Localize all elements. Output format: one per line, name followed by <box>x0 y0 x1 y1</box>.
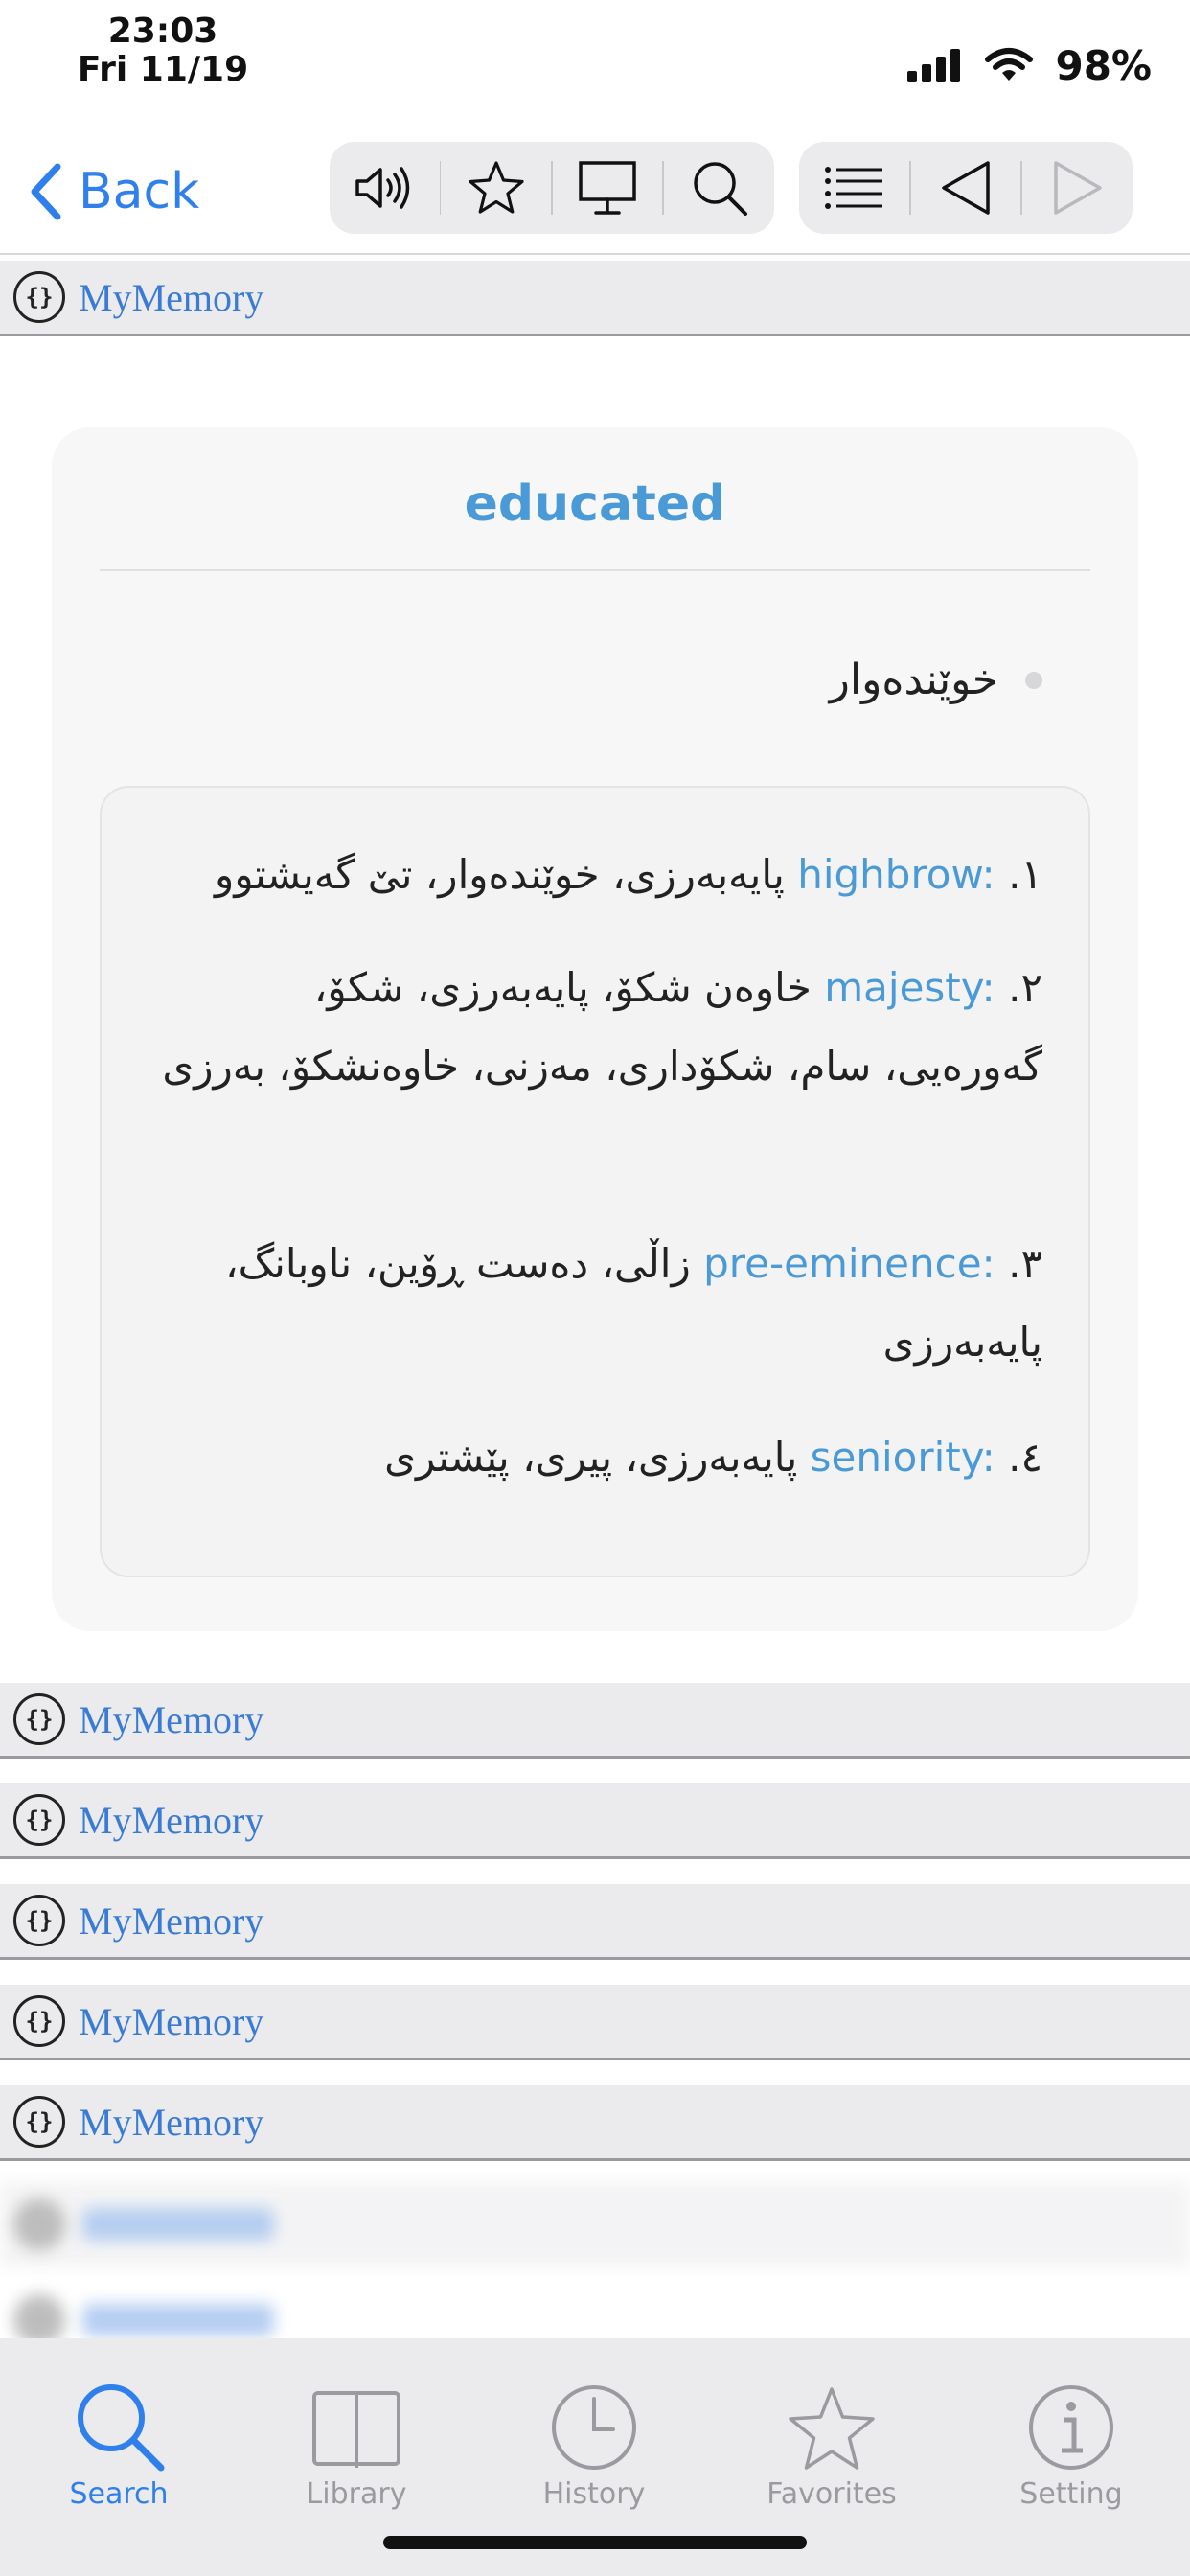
book-icon <box>312 2391 400 2468</box>
back-label: Back <box>79 163 200 220</box>
list-button[interactable] <box>799 142 909 234</box>
tab-library[interactable]: Library <box>238 2338 475 2511</box>
translation-text: خوێندەوار <box>829 656 998 704</box>
related-entry: ٢. majesty: خاوەن شکۆ، پایەبەرزی، شکۆ، گ… <box>161 949 1042 1106</box>
source-label: MyMemory <box>79 1999 264 2043</box>
tab-favorites[interactable]: Favorites <box>713 2338 950 2511</box>
source-label: MyMemory <box>79 1898 264 1943</box>
present-button[interactable] <box>553 142 663 234</box>
source-label: MyMemory <box>79 1697 264 1741</box>
status-indicators: 98% <box>907 38 1152 92</box>
back-button[interactable]: Back <box>29 153 199 230</box>
chevron-left-icon <box>31 163 61 220</box>
blurred-label <box>82 2208 274 2241</box>
speak-button[interactable] <box>330 142 440 234</box>
related-terms-box: ١. highbrow: پایەبەرزی، خوێندەوار، تێ گە… <box>100 786 1090 1577</box>
battery-percentage: 98% <box>1055 41 1152 89</box>
star-icon <box>789 2387 875 2470</box>
previous-icon <box>942 161 990 215</box>
source-header[interactable]: {} MyMemory <box>0 1884 1190 1960</box>
source-label: MyMemory <box>79 275 264 319</box>
tab-search[interactable]: Search <box>0 2338 238 2511</box>
entry-number: ١. <box>1008 851 1042 898</box>
bullet-icon <box>1025 671 1042 689</box>
source-header[interactable]: {} MyMemory <box>0 1985 1190 2060</box>
tab-history[interactable]: History <box>475 2338 713 2511</box>
blurred-badge <box>13 2198 65 2250</box>
tab-label: Library <box>306 2477 407 2511</box>
source-badge-icon: {} <box>13 1794 65 1846</box>
entry-definition: پایەبەرزی، پیری، پێشتری <box>384 1434 798 1481</box>
blurred-source-row <box>0 2181 1190 2267</box>
next-button[interactable] <box>1022 142 1133 234</box>
headword: educated <box>464 475 726 533</box>
tab-label: Favorites <box>767 2477 897 2511</box>
home-indicator[interactable] <box>383 2536 807 2549</box>
related-entry: ١. highbrow: پایەبەرزی، خوێندەوار، تێ گە… <box>161 836 1042 914</box>
blurred-label <box>82 2304 274 2336</box>
source-header[interactable]: {} MyMemory <box>0 1683 1190 1759</box>
speaker-icon <box>355 167 410 209</box>
entry-definition: پایەبەرزی، خوێندەوار، تێ گەیشتوو <box>215 851 785 898</box>
entry-term[interactable]: highbrow: <box>797 851 995 898</box>
status-date: Fri 11/19 <box>77 50 249 89</box>
primary-translation: خوێندەوار <box>830 656 1042 704</box>
entry-term[interactable]: seniority: <box>811 1434 995 1481</box>
related-entry: ٣. pre-eminence: زاڵی، دەست ڕۆین، ناوبان… <box>161 1225 1042 1382</box>
source-header[interactable]: {} MyMemory <box>0 2085 1190 2161</box>
source-header[interactable]: {} MyMemory <box>0 1783 1190 1859</box>
favorite-button[interactable] <box>441 142 551 234</box>
source-header[interactable]: {} MyMemory <box>0 261 1190 336</box>
previous-button[interactable] <box>911 142 1021 234</box>
entry-term[interactable]: majesty: <box>824 964 995 1011</box>
tab-label: Setting <box>1019 2477 1123 2511</box>
info-icon <box>1029 2385 1113 2470</box>
source-badge-icon: {} <box>13 1693 65 1745</box>
translation-card: educated خوێندەوار ١. highbrow: پایەبەرز… <box>52 427 1138 1631</box>
list-icon <box>825 167 883 209</box>
search-icon <box>693 162 747 216</box>
source-badge-icon: {} <box>13 271 65 323</box>
star-icon <box>469 161 524 214</box>
find-button[interactable] <box>664 142 774 234</box>
navigation-toolbar <box>799 142 1133 234</box>
source-badge-icon: {} <box>13 1995 65 2047</box>
source-label: MyMemory <box>79 1798 264 1842</box>
source-label: MyMemory <box>79 2100 264 2144</box>
clock-icon <box>552 2385 636 2470</box>
entry-term[interactable]: pre-eminence: <box>703 1240 995 1287</box>
entry-number: ٤. <box>1008 1434 1042 1481</box>
tab-setting[interactable]: Setting <box>952 2338 1190 2511</box>
nav-divider <box>0 253 1190 255</box>
tab-label: History <box>542 2477 646 2511</box>
search-icon <box>78 2384 165 2472</box>
card-divider <box>100 569 1090 571</box>
cellular-signal-icon <box>907 49 961 82</box>
source-badge-icon: {} <box>13 2096 65 2148</box>
entry-number: ٢. <box>1008 964 1042 1011</box>
wifi-icon <box>985 48 1034 80</box>
related-entry: ٤. seniority: پایەبەرزی، پیری، پێشتری <box>161 1418 1042 1497</box>
next-icon <box>1053 161 1102 215</box>
action-toolbar <box>330 142 774 234</box>
monitor-icon <box>579 161 636 215</box>
tab-label: Search <box>69 2477 169 2511</box>
entry-number: ٣. <box>1008 1240 1042 1287</box>
status-time: 23:03 <box>107 12 218 51</box>
source-badge-icon: {} <box>13 1895 65 1946</box>
